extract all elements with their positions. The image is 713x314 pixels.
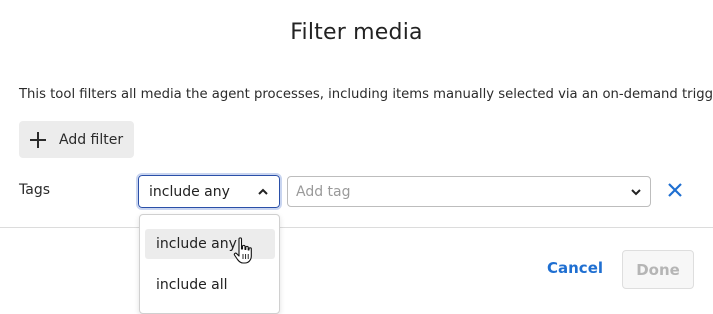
close-icon[interactable] (667, 182, 683, 198)
tag-mode-select[interactable]: include any (136, 173, 282, 210)
done-button-label: Done (636, 260, 680, 279)
footer-divider (0, 227, 713, 228)
dropdown-option-include-all[interactable]: include all (145, 270, 275, 300)
tag-mode-dropdown: include any include all (139, 214, 280, 314)
tag-mode-selected-value: include any (149, 183, 230, 200)
done-button[interactable]: Done (622, 250, 694, 289)
plus-icon (30, 131, 46, 148)
dialog-description: This tool filters all media the agent pr… (19, 87, 713, 102)
filter-label-tags: Tags (19, 182, 50, 198)
add-tag-placeholder: Add tag (296, 183, 351, 200)
add-filter-button[interactable]: Add filter (19, 121, 134, 158)
add-tag-input[interactable]: Add tag (287, 176, 651, 207)
chevron-up-icon (258, 188, 268, 195)
add-filter-label: Add filter (59, 131, 124, 148)
dropdown-option-include-any[interactable]: include any (145, 229, 275, 259)
cancel-button[interactable]: Cancel (547, 259, 603, 277)
hand-cursor-icon (233, 237, 252, 264)
dialog-title: Filter media (290, 20, 423, 45)
chevron-down-icon[interactable] (630, 186, 642, 198)
